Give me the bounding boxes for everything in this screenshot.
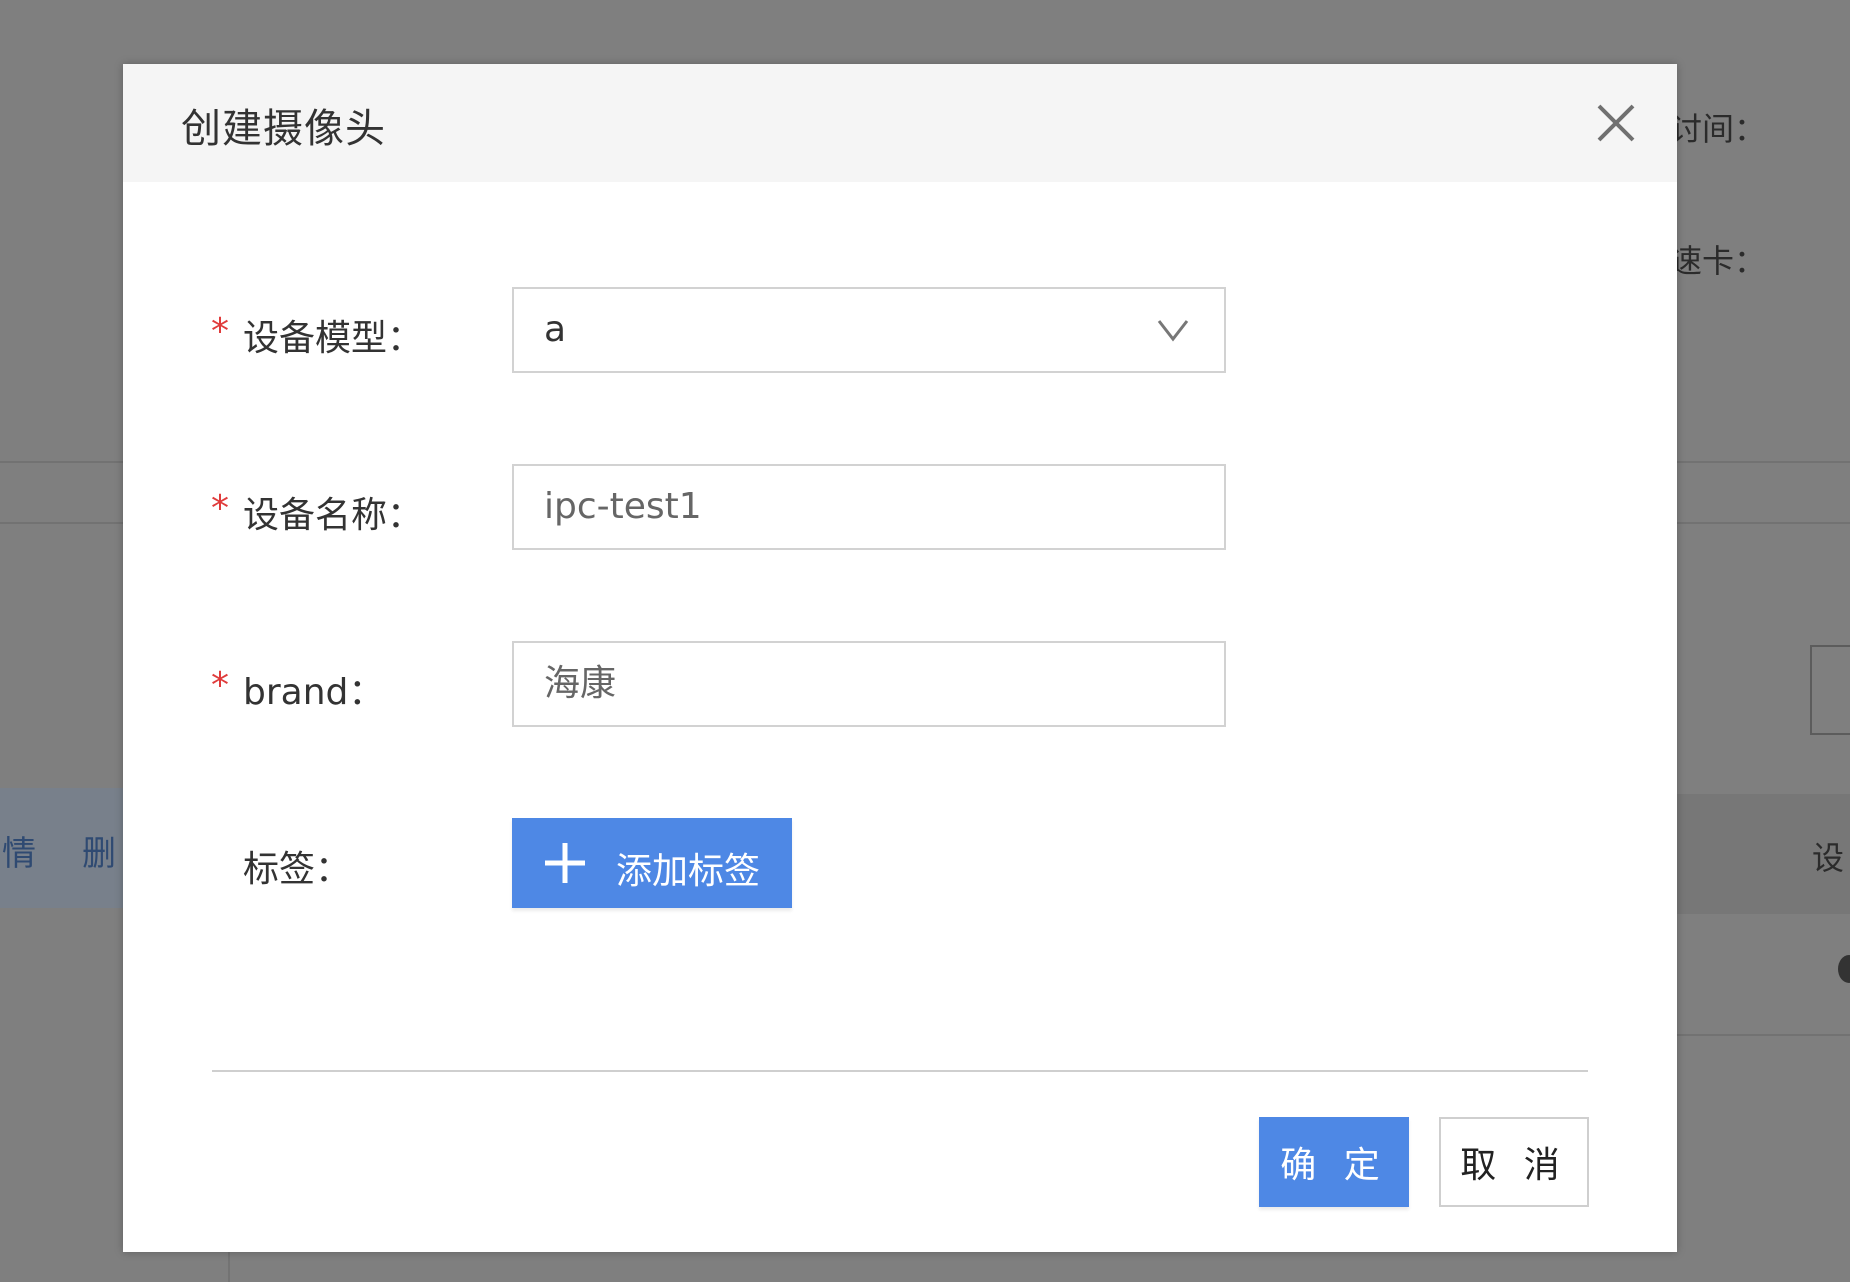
dialog-title: 创建摄像头: [181, 106, 386, 152]
background-button[interactable]: [1810, 645, 1850, 735]
add-tag-button[interactable]: 添加标签: [512, 818, 792, 908]
add-tag-label: 添加标签: [616, 851, 761, 892]
device-name-row: * 设备名称： ipc-test1: [123, 464, 1677, 554]
background-details-link[interactable]: 情: [2, 826, 36, 875]
background-status-dot: [1838, 955, 1850, 983]
brand-label: brand：: [243, 672, 385, 713]
brand-input[interactable]: 海康: [512, 641, 1226, 727]
dialog-header: 创建摄像头: [123, 64, 1677, 182]
required-mark: *: [211, 665, 229, 706]
create-camera-dialog: 创建摄像头 * 设备模型： a * 设备名称： ipc-test1 * bran…: [123, 64, 1677, 1252]
background-time-label: 讨间：: [1670, 110, 1767, 148]
footer-divider: [212, 1070, 1588, 1072]
plus-icon: [545, 843, 585, 883]
background-delete-link[interactable]: 删: [82, 826, 116, 875]
device-name-input[interactable]: ipc-test1: [512, 464, 1226, 550]
brand-row: * brand： 海康: [123, 641, 1677, 731]
background-divider: [1676, 1034, 1850, 1036]
tags-label: 标签：: [243, 849, 352, 890]
background-card-label: 速卡：: [1670, 242, 1767, 280]
tags-row: 标签： 添加标签: [123, 818, 1677, 908]
device-name-label: 设备名称：: [243, 495, 424, 536]
device-model-select[interactable]: a: [512, 287, 1226, 373]
confirm-button[interactable]: 确 定: [1259, 1117, 1409, 1207]
cancel-button[interactable]: 取 消: [1439, 1117, 1589, 1207]
close-button[interactable]: [1593, 100, 1639, 146]
required-mark: *: [211, 311, 229, 352]
device-model-value: a: [544, 309, 567, 350]
required-mark: *: [211, 488, 229, 529]
background-column-label: 设: [1812, 839, 1845, 877]
device-model-row: * 设备模型： a: [123, 287, 1677, 377]
chevron-down-icon: [1157, 320, 1189, 342]
device-model-label: 设备模型：: [243, 318, 424, 359]
close-icon: [1597, 104, 1635, 142]
